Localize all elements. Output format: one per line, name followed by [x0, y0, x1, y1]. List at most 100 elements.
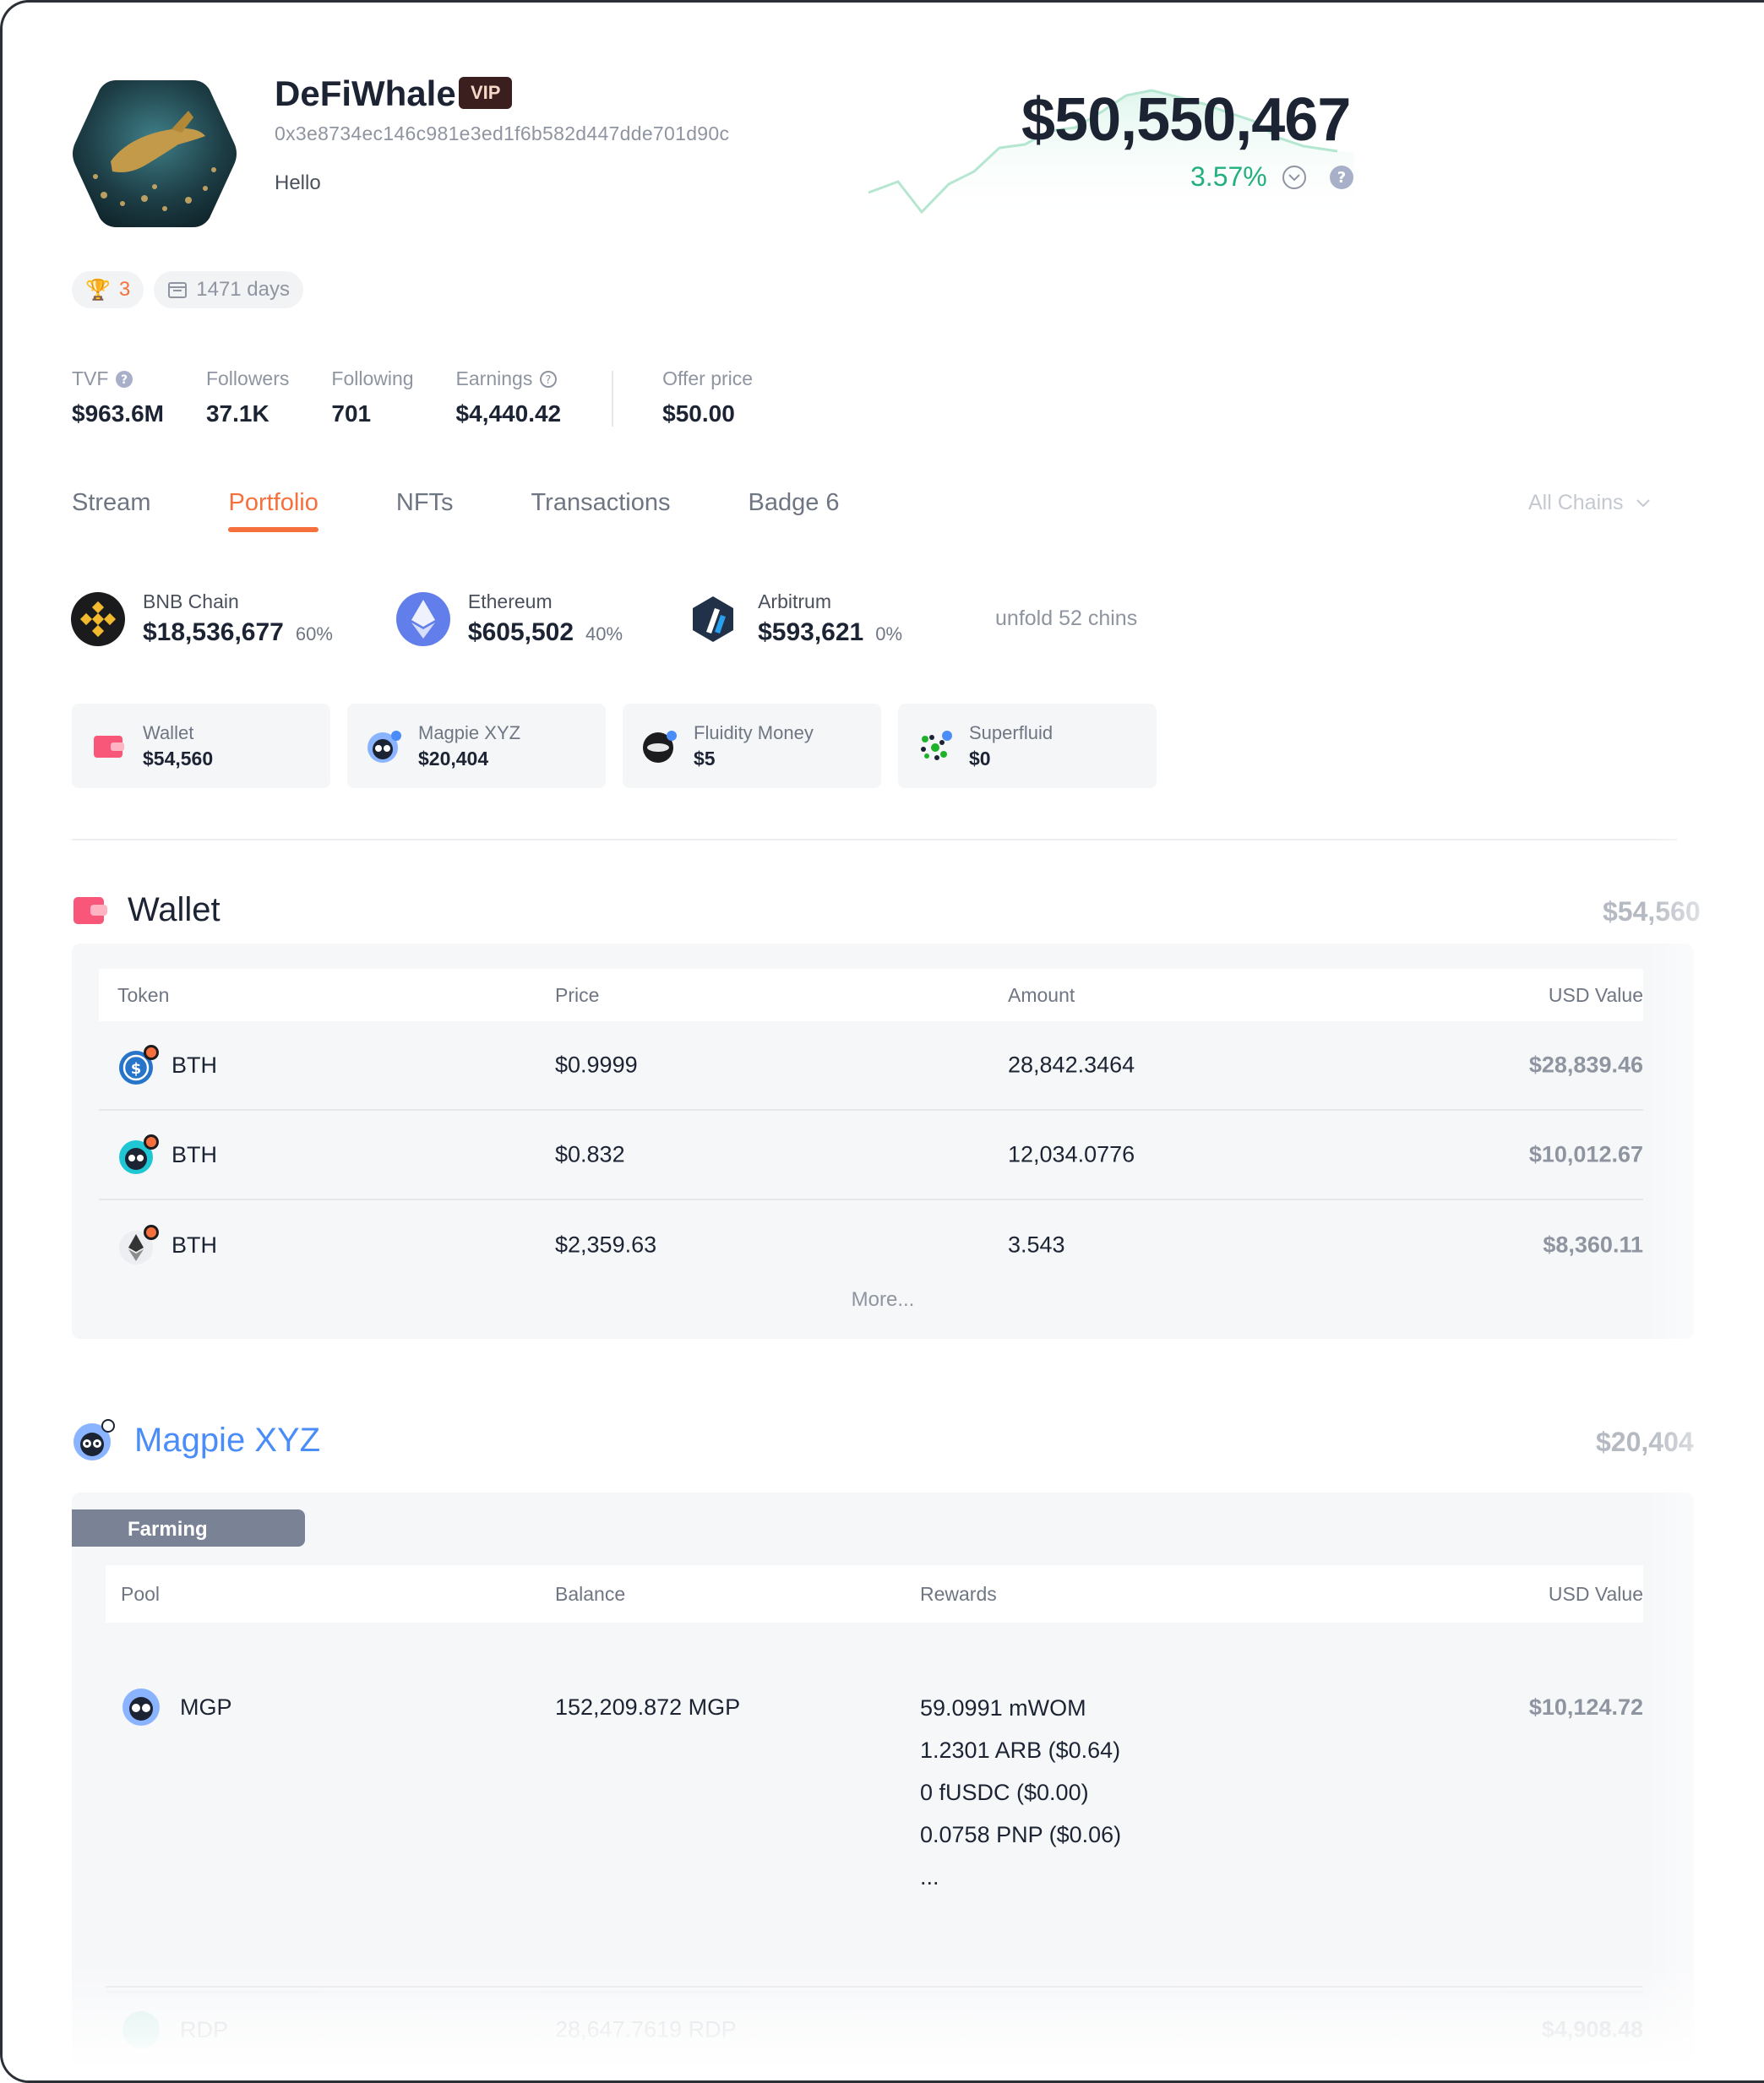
wallet-icon — [74, 896, 107, 924]
chain-percent: 0% — [875, 623, 903, 644]
tab-nfts[interactable]: NFTs — [396, 489, 454, 532]
section-title: Wallet — [128, 891, 220, 928]
stat-value: $50.00 — [662, 400, 735, 427]
table-header: Token Price Amount USD Value — [99, 969, 1643, 1021]
profile-stats: TVF ? $963.6M Followers 37.1K Following … — [72, 367, 795, 427]
wallet-table: Token Price Amount USD Value $ BTH $0.99… — [72, 944, 1694, 1339]
account-age-pill: 1471 days — [154, 271, 304, 308]
rdp-token-icon — [122, 2011, 160, 2048]
more-link[interactable]: More... — [72, 1288, 1694, 1312]
reward-item: 0 fUSDC ($0.00) — [920, 1780, 1089, 1805]
token-icon — [119, 1134, 159, 1174]
protocol-value: $54,560 — [143, 747, 214, 770]
token-price: $2,359.63 — [555, 1232, 657, 1258]
username: DeFiWhale — [275, 73, 456, 113]
help-icon[interactable]: ? — [1329, 165, 1354, 190]
chain-ethereum[interactable]: Ethereum $605,502 40% — [395, 590, 623, 647]
chain-amount: $605,502 — [467, 618, 574, 646]
wallet-address[interactable]: 0x3e8734ec146c981e3ed1f6b582d447dde701d9… — [275, 122, 729, 145]
net-worth-change: 3.57% — [1190, 161, 1267, 192]
stat-label: Offer price — [662, 367, 754, 389]
column-header-usd-value: USD Value — [1548, 1582, 1643, 1605]
token-usd-value: $28,839.46 — [1528, 1052, 1643, 1078]
stats-divider — [612, 371, 614, 427]
bnb-chain-icon — [71, 591, 125, 646]
table-row[interactable]: BTH $0.832 12,034.0776 $10,012.67 — [99, 1111, 1643, 1200]
stat-value: $4,440.42 — [455, 400, 562, 427]
table-row[interactable]: MGP 152,209.872 MGP 59.0991 mWOM 1.2301 … — [106, 1650, 1643, 1988]
help-icon[interactable]: ? — [115, 370, 133, 389]
stat-value: 37.1K — [205, 400, 270, 427]
arbitrum-icon — [693, 596, 734, 642]
column-header-pool: Pool — [121, 1582, 161, 1605]
section-total: $20,404 — [1596, 1427, 1694, 1457]
tab-transactions[interactable]: Transactions — [531, 489, 671, 532]
protocol-name: Magpie XYZ — [418, 721, 521, 743]
protocol-cards: Wallet $54,560 Magpie XYZ $20,404 Fluidi… — [72, 704, 1157, 788]
stat-following[interactable]: Following 701 — [331, 367, 413, 427]
chain-name: Arbitrum — [758, 590, 831, 612]
protocol-value: $20,404 — [418, 747, 489, 770]
stat-label: Following — [331, 367, 414, 389]
profile-page: DeFiWhale VIP 0x3e8734ec146c981e3ed1f6b5… — [0, 0, 1764, 2083]
token-amount: 28,842.3464 — [1008, 1052, 1135, 1078]
protocol-card-magpie[interactable]: Magpie XYZ $20,404 — [347, 704, 606, 788]
chain-filter-label: All Chains — [1528, 491, 1624, 514]
protocol-name: Wallet — [143, 721, 194, 743]
achievements-pill[interactable]: 🏆 3 — [72, 271, 144, 308]
protocol-card-fluidity[interactable]: Fluidity Money $5 — [623, 704, 881, 788]
pool-name: RDP — [180, 2016, 229, 2042]
chain-name: Ethereum — [467, 590, 553, 612]
protocol-card-wallet[interactable]: Wallet $54,560 — [72, 704, 330, 788]
column-header-balance: Balance — [555, 1582, 626, 1605]
user-bio: Hello — [275, 171, 321, 194]
reward-item: ... — [920, 1864, 939, 1890]
column-header-usd-value: USD Value — [1548, 983, 1643, 1006]
table-header: Pool Balance Rewards USD Value — [106, 1565, 1643, 1623]
table-row[interactable]: BTH $2,359.63 3.543 $8,360.11 — [99, 1200, 1643, 1290]
section-title[interactable]: Magpie XYZ — [134, 1422, 320, 1460]
profile-tabs: Stream Portfolio NFTs Transactions Badge… — [72, 489, 917, 532]
chain-filter-dropdown[interactable]: All Chains — [1528, 491, 1651, 515]
stat-label: TVF — [72, 367, 109, 389]
tab-portfolio[interactable]: Portfolio — [228, 489, 319, 532]
achievements-count: 3 — [118, 278, 131, 301]
net-worth-value: $50,550,467 — [1021, 86, 1351, 154]
protocol-name: Superfluid — [969, 721, 1054, 743]
profile-pills: 🏆 3 1471 days — [72, 271, 304, 308]
unfold-chains-link[interactable]: unfold 52 chins — [995, 606, 1137, 631]
ethereum-token-icon — [119, 1225, 159, 1264]
tab-stream[interactable]: Stream — [72, 489, 150, 532]
svg-text:$: $ — [131, 1060, 142, 1078]
stat-followers[interactable]: Followers 37.1K — [206, 367, 289, 427]
mgp-token-icon — [122, 1689, 160, 1726]
reward-item: 59.0991 mWOM — [920, 1695, 1086, 1721]
table-row[interactable]: RDP 28,647.7619 RDP $4,908.48 — [106, 1991, 1643, 2067]
column-header-rewards: Rewards — [920, 1582, 997, 1605]
chain-bnb[interactable]: BNB Chain $18,536,677 60% — [70, 590, 333, 647]
stat-earnings: Earnings ? $4,440.42 — [456, 367, 562, 427]
protocol-card-superfluid[interactable]: Superfluid $0 — [898, 704, 1157, 788]
svg-text:?: ? — [546, 374, 552, 387]
fluidity-money-icon — [643, 731, 677, 763]
pool-name: MGP — [180, 1694, 232, 1720]
section-total: $54,560 — [1603, 896, 1701, 927]
chain-amount: $593,621 — [758, 618, 864, 646]
magpie-section-header: Magpie XYZ — [72, 1418, 320, 1462]
chain-percent: 40% — [585, 623, 623, 644]
chain-summary: BNB Chain $18,536,677 60% Ethereum $605,… — [70, 590, 1137, 647]
tab-badge[interactable]: Badge 6 — [748, 489, 839, 532]
vip-badge: VIP — [459, 77, 513, 109]
pool-usd-value: $4,908.48 — [1541, 2016, 1643, 2042]
chevron-down-circle-icon[interactable] — [1282, 165, 1307, 190]
user-avatar[interactable] — [70, 77, 239, 231]
chain-arbitrum[interactable]: Arbitrum $593,621 0% — [685, 590, 902, 647]
protocol-name: Fluidity Money — [694, 721, 814, 743]
superfluid-icon — [921, 731, 952, 760]
chain-amount: $18,536,677 — [143, 618, 284, 646]
column-header-price: Price — [555, 983, 600, 1006]
help-outline-icon[interactable]: ? — [539, 370, 558, 389]
table-row[interactable]: $ BTH $0.9999 28,842.3464 $28,839.46 — [99, 1021, 1643, 1111]
magpie-icon — [74, 1419, 115, 1460]
svg-text:?: ? — [1337, 169, 1346, 187]
